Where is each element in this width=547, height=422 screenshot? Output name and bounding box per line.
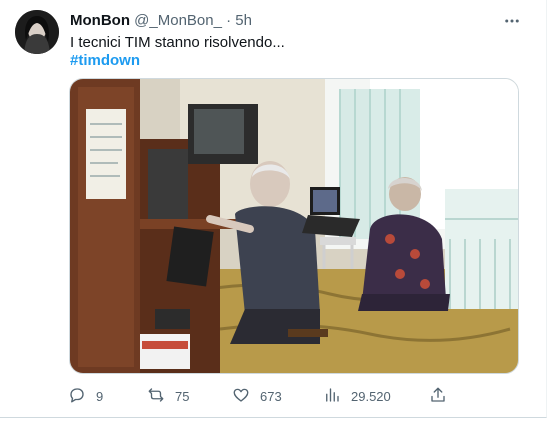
avatar[interactable]: [15, 10, 59, 54]
hashtag-link[interactable]: #timdown: [70, 52, 140, 70]
reply-button[interactable]: 9: [68, 385, 103, 407]
views-icon: [323, 386, 341, 407]
share-icon: [429, 386, 447, 407]
separator-dot: ·: [226, 12, 232, 29]
reply-count: 9: [96, 388, 104, 404]
heart-icon: [232, 386, 250, 407]
tweet-header: MonBon @_MonBon_ · 5h: [70, 12, 252, 30]
action-bar: 9 75 673 29.520: [68, 385, 448, 407]
like-button[interactable]: 673: [232, 385, 282, 407]
retweet-icon: [147, 386, 165, 407]
tweet-photo[interactable]: [69, 78, 519, 374]
author-handle[interactable]: @_MonBon_: [134, 12, 222, 29]
retweet-count: 75: [175, 388, 190, 404]
like-count: 673: [260, 388, 282, 404]
more-icon[interactable]: [501, 10, 523, 32]
author-name[interactable]: MonBon: [70, 12, 130, 29]
timestamp[interactable]: 5h: [235, 12, 252, 29]
reply-icon: [68, 386, 86, 407]
share-button[interactable]: [429, 385, 447, 407]
tweet-text: I tecnici TIM stanno risolvendo...: [70, 34, 285, 51]
tweet-card[interactable]: MonBon @_MonBon_ · 5h I tecnici TIM stan…: [0, 0, 547, 418]
retweet-button[interactable]: 75: [147, 385, 189, 407]
views-button[interactable]: 29.520: [323, 385, 391, 407]
views-count: 29.520: [351, 388, 391, 404]
